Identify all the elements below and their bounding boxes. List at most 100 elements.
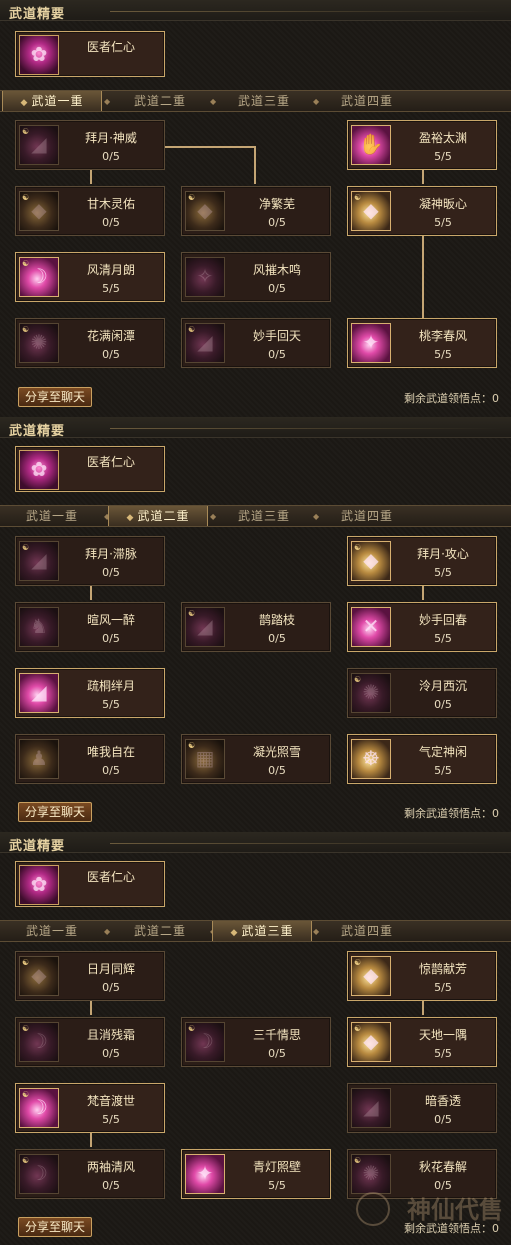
tab-realm-3[interactable]: 武道三重: [214, 91, 314, 111]
tab-realm-4[interactable]: 武道四重: [317, 506, 417, 526]
skill-points: 0/5: [102, 764, 120, 777]
skill-node[interactable]: ♞ 暄风一醉 0/5: [15, 602, 165, 652]
tab-realm-2[interactable]: ◆ 武道二重: [108, 506, 208, 526]
tab-label: 武道四重: [340, 94, 393, 108]
connector-line: [90, 170, 92, 184]
tab-label: 武道三重: [237, 94, 290, 108]
skill-points: 0/5: [102, 566, 120, 579]
skill-icon: ◢: [19, 673, 59, 713]
tab-realm-3[interactable]: 武道三重: [214, 506, 314, 526]
tab-label: 武道三重: [237, 509, 290, 523]
skill-icon: ☸: [351, 739, 391, 779]
tab-realm-2[interactable]: 武道二重: [110, 91, 210, 111]
skill-node[interactable]: ☯ ☽ 三千情思 0/5: [181, 1017, 331, 1067]
skill-points: 0/5: [434, 698, 452, 711]
skill-node[interactable]: ✋ 盈裕太渊 5/5: [347, 120, 497, 170]
skill-points: 5/5: [102, 282, 120, 295]
skill-node[interactable]: ☯ ◢ 拜月·神威 0/5: [15, 120, 165, 170]
share-to-chat-button[interactable]: 分享至聊天: [18, 387, 92, 407]
skill-name: 气定神闲: [418, 745, 467, 759]
skill-node[interactable]: ✧ 风摧木鸣 0/5: [181, 252, 331, 302]
essence-skill[interactable]: ✿ 医者仁心: [15, 446, 165, 492]
connector-line: [90, 1001, 92, 1015]
skill-name: 净繁芜: [258, 197, 295, 211]
share-to-chat-button[interactable]: 分享至聊天: [18, 802, 92, 822]
skill-name: 天地一隅: [418, 1028, 467, 1042]
skill-name: 惊鹊献芳: [418, 962, 467, 976]
skill-node[interactable]: ☯ ☽ 两袖清风 0/5: [15, 1149, 165, 1199]
section-header: 武道精要: [0, 0, 511, 22]
skill-node[interactable]: ☯ ◆ 拜月·攻心 5/5: [347, 536, 497, 586]
tab-label: 武道四重: [340, 509, 393, 523]
skill-node[interactable]: ☯ ◆ 天地一隅 5/5: [347, 1017, 497, 1067]
skill-node[interactable]: ◢ 暗香透 0/5: [347, 1083, 497, 1133]
skill-icon: ☯ ✺: [351, 673, 391, 713]
skill-points: 5/5: [434, 216, 452, 229]
essence-skill-icon: ✿: [19, 35, 59, 75]
skill-node[interactable]: ☯ ◆ 凝神昄心 5/5: [347, 186, 497, 236]
skill-points: 0/5: [268, 1047, 286, 1060]
watermark-seal-icon: [356, 1192, 390, 1226]
skill-points: 0/5: [102, 348, 120, 361]
skill-node[interactable]: ♟ 唯我自在 0/5: [15, 734, 165, 784]
skill-name: 泠月西沉: [418, 679, 467, 693]
section-title: 武道精要: [9, 424, 66, 439]
skill-name: 凝神昄心: [418, 197, 467, 211]
connector-line: [422, 1001, 424, 1015]
skill-node[interactable]: ☯ ◆ 惊鹊献芳 5/5: [347, 951, 497, 1001]
essence-skill-icon: ✿: [19, 450, 59, 490]
skill-node[interactable]: ☸ 气定神闲 5/5: [347, 734, 497, 784]
tab-realm-4[interactable]: 武道四重: [317, 921, 417, 941]
skill-icon: ♟: [19, 739, 59, 779]
skill-node[interactable]: ☯ ◢ 拜月·滞脉 0/5: [15, 536, 165, 586]
connector-line: [422, 586, 424, 600]
skill-node[interactable]: ◢ 疏桐绊月 5/5: [15, 668, 165, 718]
skill-name: 花满闲潭: [86, 329, 135, 343]
skill-name: 梵音渡世: [86, 1094, 135, 1108]
skill-icon: ☯ ◆: [185, 191, 225, 231]
essence-skill[interactable]: ✿ 医者仁心: [15, 31, 165, 77]
skill-node[interactable]: ☯ ◢ 妙手回天 0/5: [181, 318, 331, 368]
tab-label: 武道四重: [340, 924, 393, 938]
section-header: 武道精要: [0, 832, 511, 854]
skill-node[interactable]: ☯ ◆ 净繁芜 0/5: [181, 186, 331, 236]
skill-node[interactable]: ☯ ◢ 鹊踏枝 0/5: [181, 602, 331, 652]
tab-realm-1[interactable]: 武道一重: [2, 921, 102, 941]
skill-points: 5/5: [434, 632, 452, 645]
skill-name: 日月同辉: [86, 962, 135, 976]
skill-name: 且消残霜: [86, 1028, 135, 1042]
skill-icon: ☯ ◆: [351, 191, 391, 231]
skill-icon: ☯ ☽: [19, 1088, 59, 1128]
skill-node[interactable]: ☯ ◆ 甘木灵佑 0/5: [15, 186, 165, 236]
tab-realm-1[interactable]: 武道一重: [2, 506, 102, 526]
skill-icon: ✋: [351, 125, 391, 165]
skill-points: 0/5: [434, 1113, 452, 1126]
tab-realm-4[interactable]: 武道四重: [317, 91, 417, 111]
skill-node[interactable]: ☯ ☽ 梵音渡世 5/5: [15, 1083, 165, 1133]
skill-points: 5/5: [434, 348, 452, 361]
diamond-icon: ◆: [20, 98, 29, 108]
skill-icon: ✦: [185, 1154, 225, 1194]
skill-node[interactable]: ☯ ☽ 且消残霜 0/5: [15, 1017, 165, 1067]
skill-name: 鹊踏枝: [258, 613, 295, 627]
tab-label: 武道一重: [25, 509, 78, 523]
essence-skill[interactable]: ✿ 医者仁心: [15, 861, 165, 907]
skill-node[interactable]: ☯ ◆ 日月同辉 0/5: [15, 951, 165, 1001]
skill-name: 盈裕太渊: [418, 131, 467, 145]
skill-icon: ☯ ◢: [19, 541, 59, 581]
skill-name: 两袖清风: [86, 1160, 135, 1174]
tab-realm-2[interactable]: 武道二重: [110, 921, 210, 941]
skill-node[interactable]: ☯ ✺ 泠月西沉 0/5: [347, 668, 497, 718]
skill-node[interactable]: ☯ ✺ 花满闲潭 0/5: [15, 318, 165, 368]
skill-node[interactable]: ✦ 桃李春风 5/5: [347, 318, 497, 368]
skill-node[interactable]: ☯ ☽ 风清月朗 5/5: [15, 252, 165, 302]
skill-points: 0/5: [102, 150, 120, 163]
share-to-chat-button[interactable]: 分享至聊天: [18, 1217, 92, 1237]
skill-name: 秋花春解: [418, 1160, 467, 1174]
skill-node[interactable]: ☯ ▦ 凝光照雪 0/5: [181, 734, 331, 784]
skill-node[interactable]: ✦ 青灯照壁 5/5: [181, 1149, 331, 1199]
tab-realm-3[interactable]: ◆ 武道三重: [212, 921, 312, 941]
tab-realm-1[interactable]: ◆ 武道一重: [2, 91, 102, 111]
skill-points: 5/5: [268, 1179, 286, 1192]
skill-node[interactable]: ✕ 妙手回春 5/5: [347, 602, 497, 652]
